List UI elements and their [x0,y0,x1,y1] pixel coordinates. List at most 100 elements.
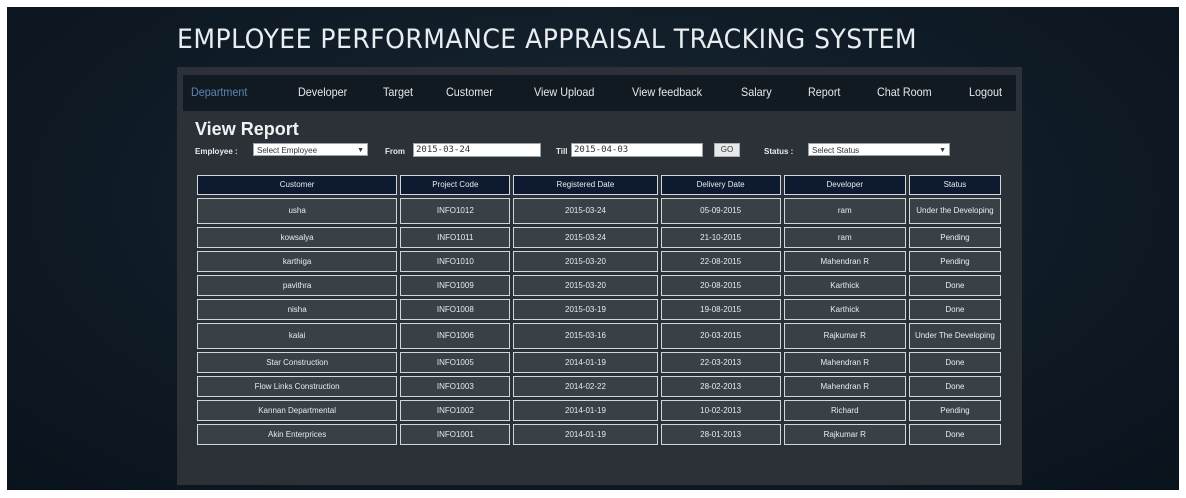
cell-developer: Rajkumar R [783,323,906,349]
nav-item-salary[interactable]: Salary [741,85,772,99]
chevron-down-icon: ▼ [357,147,364,154]
cell-status: Done [908,424,1001,445]
cell-project-code: INFO1002 [400,400,511,421]
cell-registered-date: 2015-03-19 [513,299,658,320]
nav-item-target[interactable]: Target [383,85,413,99]
nav-item-department[interactable]: Department [191,85,247,99]
chevron-down-icon: ▼ [939,147,946,154]
cell-developer: Karthick [783,275,906,296]
cell-project-code: INFO1009 [400,275,511,296]
cell-registered-date: 2014-01-19 [513,424,658,445]
cell-delivery-date: 20-03-2015 [660,323,781,349]
cell-project-code: INFO1005 [400,352,511,373]
cell-delivery-date: 10-02-2013 [660,400,781,421]
cell-status: Pending [908,251,1001,272]
report-table: Customer Project Code Registered Date De… [194,172,1004,448]
cell-status: Under The Developing [908,323,1001,349]
cell-developer: Mahendran R [783,352,906,373]
cell-developer: Richard [783,400,906,421]
table-row: Akin Enterprices INFO1001 2014-01-19 28-… [197,424,1001,445]
status-label: Status : [764,147,794,156]
header-registered-date: Registered Date [513,175,658,195]
cell-developer: ram [783,198,906,224]
nav-item-chat-room[interactable]: Chat Room [877,85,932,99]
employee-select[interactable]: Select Employee ▼ [253,143,368,156]
cell-delivery-date: 05-09-2015 [660,198,781,224]
header-project-code: Project Code [400,175,511,195]
table-row: kalai INFO1006 2015-03-16 20-03-2015 Raj… [197,323,1001,349]
cell-customer: usha [197,198,398,224]
status-select[interactable]: Select Status ▼ [808,143,950,156]
cell-delivery-date: 19-08-2015 [660,299,781,320]
cell-registered-date: 2014-01-19 [513,400,658,421]
cell-delivery-date: 21-10-2015 [660,227,781,248]
app-title: EMPLOYEE PERFORMANCE APPRAISAL TRACKING … [177,24,917,55]
table-row: Kannan Departmental INFO1002 2014-01-19 … [197,400,1001,421]
cell-registered-date: 2015-03-24 [513,227,658,248]
cell-project-code: INFO1006 [400,323,511,349]
cell-delivery-date: 20-08-2015 [660,275,781,296]
cell-delivery-date: 22-08-2015 [660,251,781,272]
cell-developer: Rajkumar R [783,424,906,445]
cell-registered-date: 2014-01-19 [513,352,658,373]
till-date-input[interactable]: 2015-04-03 [571,143,703,157]
cell-project-code: INFO1001 [400,424,511,445]
cell-customer: Flow Links Construction [197,376,398,397]
till-label: Till [556,147,568,156]
cell-customer: Akin Enterprices [197,424,398,445]
employee-select-value: Select Employee [257,146,318,155]
cell-delivery-date: 28-02-2013 [660,376,781,397]
cell-registered-date: 2014-02-22 [513,376,658,397]
cell-status: Done [908,275,1001,296]
cell-project-code: INFO1008 [400,299,511,320]
table-row: usha INFO1012 2015-03-24 05-09-2015 ram … [197,198,1001,224]
table-row: pavithra INFO1009 2015-03-20 20-08-2015 … [197,275,1001,296]
table-row: Star Construction INFO1005 2014-01-19 22… [197,352,1001,373]
header-developer: Developer [783,175,906,195]
cell-customer: pavithra [197,275,398,296]
from-date-input[interactable]: 2015-03-24 [413,143,541,157]
cell-project-code: INFO1011 [400,227,511,248]
cell-status: Pending [908,227,1001,248]
table-header-row: Customer Project Code Registered Date De… [197,175,1001,195]
nav-item-report[interactable]: Report [808,85,840,99]
cell-project-code: INFO1010 [400,251,511,272]
header-status: Status [908,175,1001,195]
cell-status: Done [908,299,1001,320]
cell-customer: kowsalya [197,227,398,248]
nav-item-logout[interactable]: Logout [969,85,1002,99]
from-label: From [385,147,405,156]
cell-customer: Star Construction [197,352,398,373]
table-row: Flow Links Construction INFO1003 2014-02… [197,376,1001,397]
cell-status: Done [908,376,1001,397]
cell-status: Under the Developing [908,198,1001,224]
page-title: View Report [195,119,299,139]
cell-registered-date: 2015-03-16 [513,323,658,349]
cell-registered-date: 2015-03-20 [513,275,658,296]
nav-item-developer[interactable]: Developer [298,85,347,99]
table-row: kowsalya INFO1011 2015-03-24 21-10-2015 … [197,227,1001,248]
employee-label: Employee : [195,147,238,156]
cell-registered-date: 2015-03-24 [513,198,658,224]
cell-registered-date: 2015-03-20 [513,251,658,272]
cell-developer: Mahendran R [783,376,906,397]
cell-customer: nisha [197,299,398,320]
cell-customer: karthiga [197,251,398,272]
cell-customer: Kannan Departmental [197,400,398,421]
cell-developer: Karthick [783,299,906,320]
nav-item-view-upload[interactable]: View Upload [534,85,594,99]
status-select-value: Select Status [812,146,860,155]
nav-item-customer[interactable]: Customer [446,85,493,99]
cell-status: Done [908,352,1001,373]
nav-bar: Department Developer Target Customer Vie… [183,75,1016,111]
cell-delivery-date: 28-01-2013 [660,424,781,445]
cell-customer: kalai [197,323,398,349]
cell-status: Pending [908,400,1001,421]
table-row: karthiga INFO1010 2015-03-20 22-08-2015 … [197,251,1001,272]
nav-item-view-feedback[interactable]: View feedback [632,85,702,99]
cell-project-code: INFO1012 [400,198,511,224]
go-button[interactable]: GO [714,143,740,157]
header-customer: Customer [197,175,398,195]
cell-delivery-date: 22-03-2013 [660,352,781,373]
cell-project-code: INFO1003 [400,376,511,397]
